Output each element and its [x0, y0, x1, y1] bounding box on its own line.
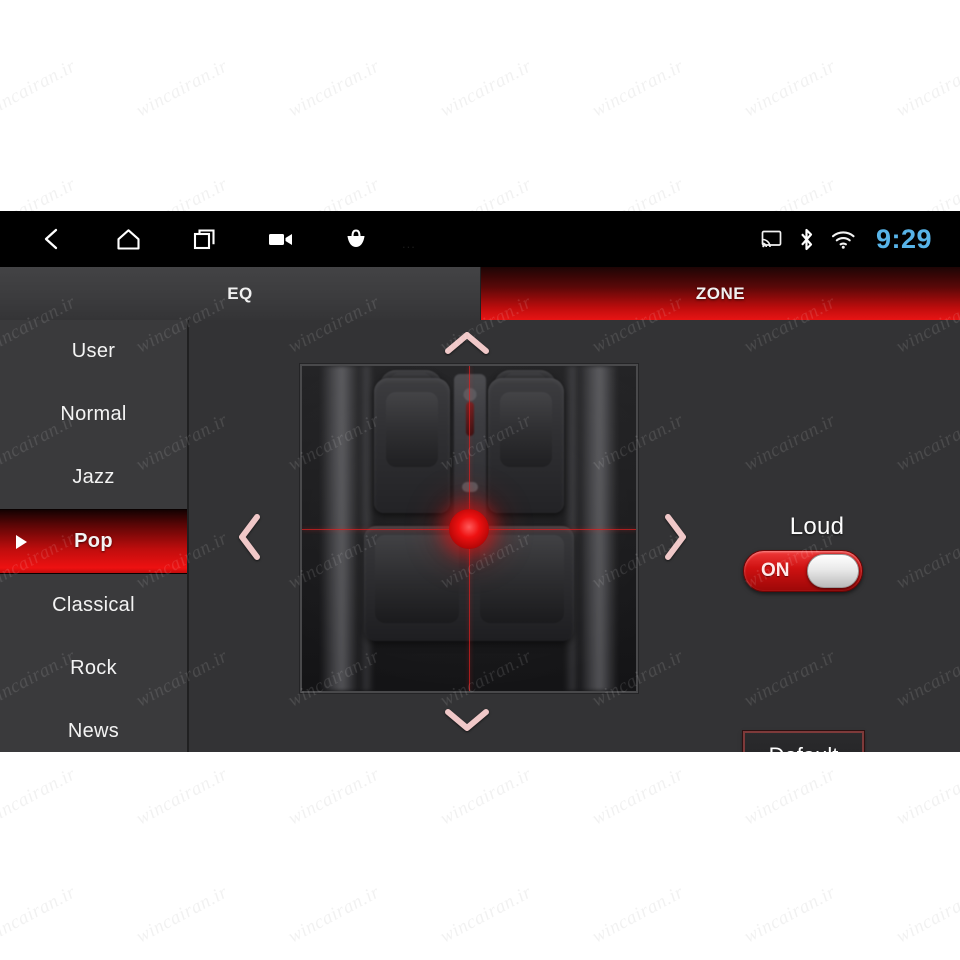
preset-item-user[interactable]: User: [0, 320, 187, 383]
bag-icon[interactable]: [334, 217, 378, 261]
balance-position-dot[interactable]: [449, 508, 489, 549]
bluetooth-icon: [798, 228, 815, 251]
watermark-text: wincairan.ir: [132, 881, 232, 948]
preset-label: Rock: [70, 657, 117, 679]
watermark-text: wincairan.ir: [284, 881, 384, 948]
preset-label: Normal: [60, 403, 127, 425]
preset-label: Pop: [74, 530, 113, 552]
preset-label: User: [71, 340, 116, 362]
arrow-up-icon[interactable]: [435, 325, 499, 361]
loud-toggle[interactable]: ON: [743, 550, 863, 592]
watermark-text: wincairan.ir: [740, 763, 840, 830]
watermark-text: wincairan.ir: [436, 763, 536, 830]
eq-preset-list: User Normal Jazz Pop Classical Rock News: [0, 320, 189, 752]
watermark-text: wincairan.ir: [892, 881, 960, 948]
watermark-text: wincairan.ir: [588, 763, 688, 830]
watermark-text: wincairan.ir: [436, 881, 536, 948]
preset-item-rock[interactable]: Rock: [0, 637, 187, 700]
preset-label: Jazz: [72, 466, 115, 488]
default-button-label: Default: [769, 743, 839, 753]
watermark-text: wincairan.ir: [285, 0, 384, 4]
content-area: User Normal Jazz Pop Classical Rock News…: [0, 320, 960, 752]
home-icon[interactable]: [106, 217, 150, 261]
screenshot-root: ... 9:29 EQ ZONE User Normal Jazz Pop Cl…: [0, 0, 960, 960]
watermark-text: wincairan.ir: [132, 55, 232, 122]
arrow-left-icon[interactable]: [227, 506, 271, 568]
watermark-text: wincairan.ir: [0, 55, 80, 122]
tab-eq[interactable]: EQ: [0, 267, 481, 320]
preset-item-normal[interactable]: Normal: [0, 383, 187, 446]
watermark-text: wincairan.ir: [437, 0, 536, 4]
sound-field-map[interactable]: [300, 364, 638, 693]
watermark-text: wincairan.ir: [893, 0, 960, 4]
default-button[interactable]: Default: [743, 731, 864, 752]
loud-label: Loud: [789, 513, 845, 540]
car-interior-image: [302, 366, 636, 691]
watermark-text: wincairan.ir: [589, 0, 688, 4]
seat-front-right: [488, 378, 564, 513]
tab-bar: EQ ZONE: [0, 267, 960, 320]
recents-icon[interactable]: [182, 217, 226, 261]
wifi-icon: [831, 230, 856, 249]
preset-item-classical[interactable]: Classical: [0, 574, 187, 637]
watermark-text: wincairan.ir: [740, 881, 840, 948]
center-console: [454, 374, 486, 522]
status-indicators: 9:29: [761, 211, 932, 267]
watermark-text: wincairan.ir: [133, 0, 232, 4]
watermark-text: wincairan.ir: [284, 55, 384, 122]
preset-item-news[interactable]: News: [0, 700, 187, 752]
watermark-text: wincairan.ir: [436, 55, 536, 122]
watermark-text: wincairan.ir: [741, 0, 840, 4]
tab-zone[interactable]: ZONE: [481, 267, 960, 320]
preset-label: News: [67, 720, 120, 742]
arrow-right-icon[interactable]: [653, 506, 697, 568]
watermark-text: wincairan.ir: [0, 0, 80, 4]
watermark-text: wincairan.ir: [740, 55, 840, 122]
tab-zone-label: ZONE: [695, 283, 746, 303]
cast-icon: [761, 230, 782, 248]
video-camera-icon[interactable]: [258, 217, 302, 261]
watermark-text: wincairan.ir: [284, 763, 384, 830]
loud-toggle-state: ON: [761, 560, 790, 581]
overflow-dots[interactable]: ...: [402, 237, 416, 250]
seat-front-left: [374, 378, 450, 513]
selected-caret-icon: [16, 534, 27, 549]
watermark-text: wincairan.ir: [892, 763, 960, 830]
navigation-buttons: [30, 211, 378, 267]
tab-eq-label: EQ: [227, 283, 253, 303]
preset-item-pop[interactable]: Pop: [0, 509, 187, 574]
back-icon[interactable]: [30, 217, 74, 261]
watermark-text: wincairan.ir: [132, 763, 232, 830]
watermark-text: wincairan.ir: [588, 55, 688, 122]
console-control: [462, 482, 478, 492]
preset-label: Classical: [52, 594, 135, 616]
watermark-text: wincairan.ir: [0, 881, 80, 948]
loud-toggle-knob: [807, 554, 859, 588]
zone-panel: Loud ON Default: [187, 320, 960, 752]
status-bar: ... 9:29: [0, 211, 960, 267]
status-clock: 9:29: [875, 223, 932, 254]
arrow-down-icon[interactable]: [435, 702, 499, 738]
watermark-text: wincairan.ir: [0, 763, 80, 830]
watermark-text: wincairan.ir: [892, 55, 960, 122]
console-knob: [463, 388, 477, 401]
watermark-text: wincairan.ir: [588, 881, 688, 948]
preset-item-jazz[interactable]: Jazz: [0, 446, 187, 509]
gear-shifter: [466, 402, 474, 436]
head-unit-screen: ... 9:29 EQ ZONE User Normal Jazz Pop Cl…: [0, 211, 960, 752]
